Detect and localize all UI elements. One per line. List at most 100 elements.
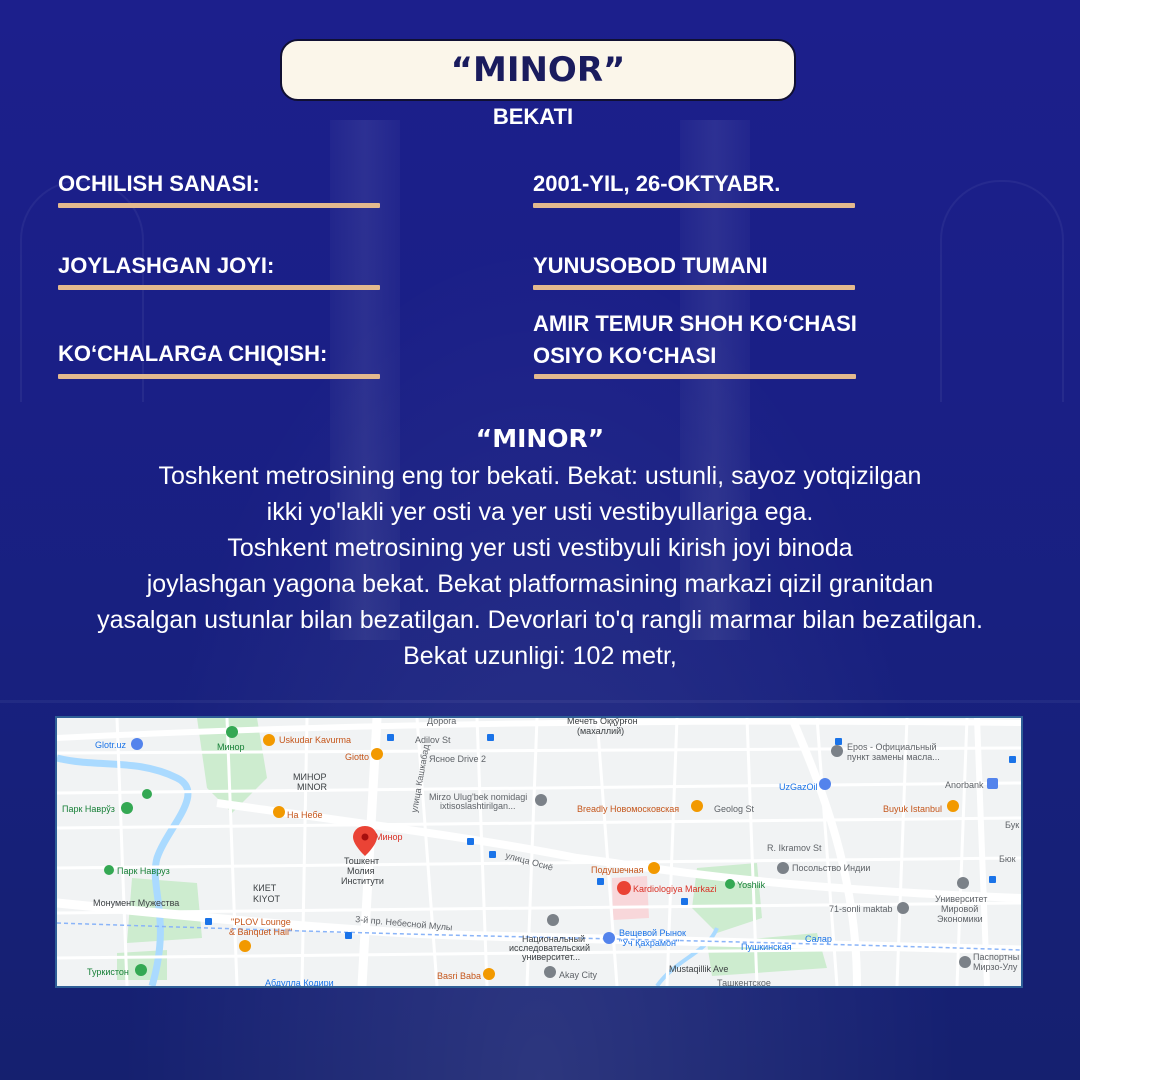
- description-text: Toshkent metrosining eng tor bekati. Bek…: [0, 458, 1080, 674]
- map-label: Абдулла Кодири: [265, 978, 334, 986]
- map-label: Basri Baba: [437, 971, 481, 981]
- map-label: Anorbank: [945, 780, 984, 790]
- restaurant-marker-icon: [239, 940, 251, 952]
- decor-arch-right: [940, 180, 1064, 402]
- park-marker-icon: [142, 789, 152, 799]
- map-label: Ташкентское: [717, 978, 771, 986]
- map-label: MINOR: [297, 782, 327, 792]
- map-label: "PLOV Lounge: [231, 917, 291, 927]
- exits-label: KO‘CHALARGA CHIQISH:: [58, 341, 328, 366]
- station-title-box: “MINOR”: [280, 39, 796, 101]
- exits-value-underline: [534, 374, 856, 379]
- gas-station-marker-icon: [819, 778, 831, 790]
- map-label: ixtisoslashtirilgan...: [440, 801, 516, 811]
- cafe-marker-icon: [691, 800, 703, 812]
- map-label: Туркистон: [87, 967, 129, 977]
- map-label: Giotto: [345, 752, 369, 762]
- restaurant-marker-icon: [263, 734, 275, 746]
- embassy-marker-icon: [777, 862, 789, 874]
- hospital-area: [612, 876, 649, 920]
- market-marker-icon: [603, 932, 615, 944]
- map-label: Breadly Новомосковская: [577, 804, 679, 814]
- map-label: Бук: [1005, 820, 1019, 830]
- description-line: ikki yo'lakli yer osti va yer usti vesti…: [266, 498, 814, 526]
- map-label: Институти: [341, 876, 384, 886]
- map-label: UzGazOil: [779, 782, 818, 792]
- map-label: Yoshlik: [737, 880, 766, 890]
- map-label: Мечеть Оққўрғон: [567, 718, 638, 726]
- location-value: YUNUSOBOD TUMANI: [533, 253, 768, 278]
- map-label: пункт замены масла...: [847, 752, 940, 762]
- map-label: Бюк: [999, 854, 1016, 864]
- hospital-marker-icon: [617, 881, 631, 895]
- map-label: "Уч Қахрамон": [619, 938, 679, 948]
- map-label: Парк Навруз: [117, 866, 170, 876]
- map-label: Паспортны: [973, 952, 1019, 962]
- opening-date-label: OCHILISH SANASI:: [58, 171, 260, 196]
- map-label: R. Ikramov St: [767, 843, 822, 853]
- map-label: МИНОР: [293, 772, 326, 782]
- map-label: На Небе: [287, 810, 322, 820]
- exits-value-line-2: OSIYO KO‘CHASI: [533, 343, 717, 368]
- map-label: Akay City: [559, 970, 598, 980]
- location-label-underline: [58, 285, 380, 290]
- bank-marker-icon: [987, 778, 998, 789]
- location-label: JOYLASHGAN JOYI:: [58, 253, 275, 278]
- map-label: Подушечная: [591, 865, 644, 875]
- school-marker-icon: [897, 902, 909, 914]
- map-canvas: Дорога Мечеть Оққўрғон (махаллий) Glotr.…: [57, 718, 1021, 986]
- map-label: Молия: [347, 866, 375, 876]
- map-label: КИЕТ: [253, 883, 277, 893]
- map-label: Парк Наврўз: [62, 804, 115, 814]
- map-label: Mustaqillik Ave: [669, 964, 728, 974]
- map-label: KIYOT: [253, 894, 281, 904]
- map-pin-label: Минор: [375, 832, 403, 842]
- map-label: Дорога: [427, 718, 456, 726]
- restaurant-marker-icon: [273, 806, 285, 818]
- exits-label-underline: [58, 374, 380, 379]
- park-marker-icon: [104, 865, 114, 875]
- map-label: Uskudar Kavurma: [279, 735, 351, 745]
- description-line: joylashgan yagona bekat. Bekat platforma…: [146, 570, 934, 598]
- opening-date-value-underline: [533, 203, 855, 208]
- opening-date-label-underline: [58, 203, 380, 208]
- station-poster: “MINOR” BEKATI OCHILISH SANASI: 2001-YIL…: [0, 0, 1080, 1080]
- school-marker-icon: [535, 794, 547, 806]
- map-label: Пушкинская: [741, 942, 792, 952]
- map-label: 71-sonli maktab: [829, 904, 893, 914]
- map-label: Вещевой Рынок: [619, 928, 686, 938]
- description-line: Toshkent metrosining eng tor bekati. Bek…: [158, 462, 922, 490]
- map-label: Мировой: [941, 904, 978, 914]
- map-label: Kardiologiya Markazi: [633, 884, 717, 894]
- university-marker-icon: [547, 914, 559, 926]
- map-label: Салар: [805, 934, 832, 944]
- service-marker-icon: [831, 745, 843, 757]
- description-line: yasalgan ustunlar bilan bezatilgan. Devo…: [97, 606, 983, 634]
- map-label: Buyuk Istanbul: [883, 804, 942, 814]
- shopping-marker-icon: [544, 966, 556, 978]
- park-marker-icon: [135, 964, 147, 976]
- map-label: улица Кашкабад: [409, 743, 431, 813]
- map-label: Ясное Drive 2: [429, 754, 486, 764]
- park-marker-icon: [121, 802, 133, 814]
- map-label: Экономики: [937, 914, 983, 924]
- restaurant-marker-icon: [371, 748, 383, 760]
- description-title: “MINOR”: [475, 424, 605, 453]
- location-map[interactable]: Дорога Мечеть Оққўрғон (махаллий) Glotr.…: [55, 716, 1023, 988]
- shop-marker-icon: [648, 862, 660, 874]
- map-label: Монумент Мужества: [93, 898, 179, 908]
- station-title: “MINOR”: [450, 50, 626, 90]
- map-label: Geolog St: [714, 804, 755, 814]
- map-label: (махаллий): [577, 726, 624, 736]
- map-label: Glotr.uz: [95, 740, 127, 750]
- park-marker-icon: [226, 726, 238, 738]
- pin-center-icon: [361, 833, 369, 841]
- restaurant-marker-icon: [483, 968, 495, 980]
- map-label: Минор: [217, 742, 245, 752]
- opening-date-value: 2001-YIL, 26-OKTYABR.: [533, 171, 781, 196]
- description-line: Bekat uzunligi: 102 metr,: [403, 642, 677, 670]
- map-label: Посольство Индии: [792, 863, 870, 873]
- exits-value-line-1: AMIR TEMUR SHOH KO‘CHASI: [533, 311, 857, 336]
- location-value-underline: [533, 285, 855, 290]
- park-marker-icon: [725, 879, 735, 889]
